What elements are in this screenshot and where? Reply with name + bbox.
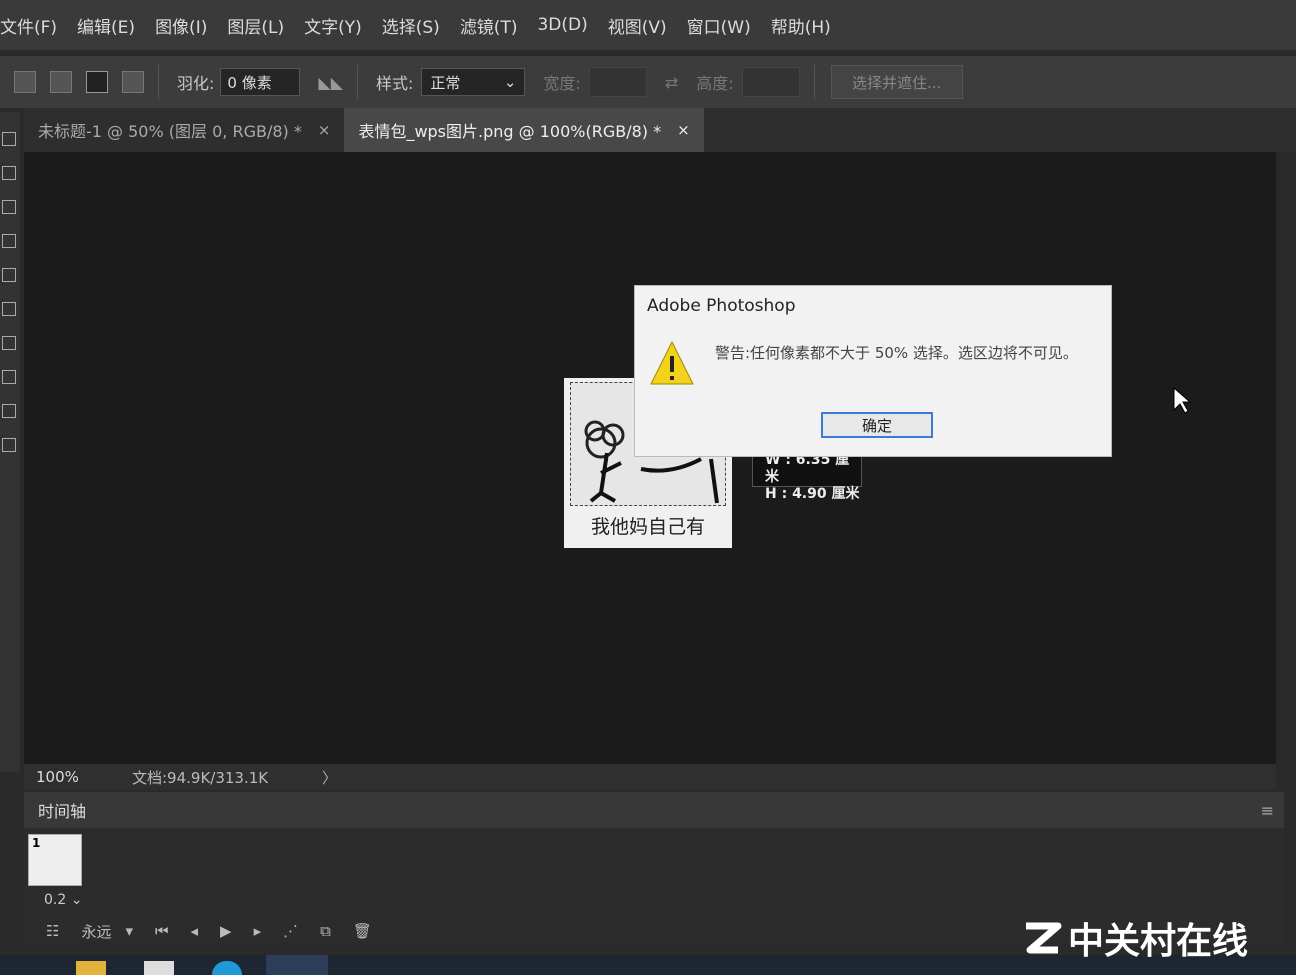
menu-select[interactable]: 选择(S) — [372, 13, 450, 38]
tab-label: 表情包_wps图片.png @ 100%(RGB/8) * — [358, 122, 662, 141]
intersect-selection-button[interactable] — [122, 71, 144, 93]
tween-icon[interactable]: ⋰ — [283, 922, 298, 940]
folder-icon[interactable] — [76, 961, 106, 975]
anti-alias-icon[interactable]: ◣◣ — [318, 73, 343, 92]
options-bar: 羽化: 0 像素 ◣◣ 样式: 正常 ⌄ 宽度: ⇄ 高度: 选择并遮住... — [0, 56, 1296, 108]
warning-icon — [650, 340, 694, 385]
frame-number: 1 — [32, 836, 41, 850]
menu-type[interactable]: 文字(Y) — [294, 13, 372, 38]
next-frame-icon[interactable]: ▸ — [254, 922, 262, 940]
width-input[interactable] — [588, 67, 647, 97]
chevron-down-icon[interactable]: ▾ — [125, 922, 133, 940]
menu-view[interactable]: 视图(V) — [598, 13, 677, 38]
dialog-title: Adobe Photoshop — [647, 296, 796, 316]
subtract-from-selection-button[interactable] — [86, 71, 108, 93]
menu-3d[interactable]: 3D(D) — [527, 15, 597, 35]
close-icon[interactable]: × — [677, 121, 690, 139]
first-frame-icon[interactable]: ⏮ — [155, 922, 169, 940]
dimension-width: W : 6.35 厘米 — [765, 452, 850, 485]
mouse-cursor-icon — [1173, 386, 1192, 414]
previous-frame-icon[interactable]: ◂ — [191, 922, 199, 940]
add-to-selection-button[interactable] — [50, 71, 72, 93]
style-label: 样式: — [376, 74, 414, 93]
pen-tool-icon[interactable] — [2, 370, 16, 384]
menu-layer[interactable]: 图层(L) — [217, 13, 294, 38]
timeline-title[interactable]: 时间轴 — [38, 798, 86, 822]
menu-help[interactable]: 帮助(H) — [761, 13, 841, 38]
zoom-level[interactable]: 100% — [36, 768, 132, 786]
tab-meme-png[interactable]: 表情包_wps图片.png @ 100%(RGB/8) * × — [344, 108, 704, 152]
menu-filter[interactable]: 滤镜(T) — [450, 13, 528, 38]
height-input[interactable] — [741, 67, 800, 97]
hand-tool-icon[interactable] — [2, 404, 16, 418]
tools-panel — [0, 112, 20, 772]
brush-tool-icon[interactable] — [2, 166, 16, 180]
healing-tool-icon[interactable] — [2, 268, 16, 282]
stamp-tool-icon[interactable] — [2, 302, 16, 316]
height-label: 高度: — [696, 74, 734, 93]
delete-frame-icon[interactable]: 🗑 — [353, 922, 372, 940]
document-size-info: 文档:94.9K/313.1K — [132, 768, 269, 787]
status-bar: 100% 文档:94.9K/313.1K 〉 — [24, 764, 1276, 790]
divider — [158, 65, 159, 99]
ok-button[interactable]: 确定 — [821, 412, 933, 438]
dialog-message: 警告:任何像素都不大于 50% 选择。选区边将不可见。 — [715, 344, 1078, 362]
style-select[interactable]: 正常 ⌄ — [421, 68, 526, 96]
menu-edit[interactable]: 编辑(E) — [67, 13, 145, 38]
zoom-tool-icon[interactable] — [2, 438, 16, 452]
timeline-controls: ☷ 永远 ▾ ⏮ ◂ ▶ ▸ ⋰ ⧉ 🗑 — [24, 920, 372, 942]
tab-untitled[interactable]: 未标题-1 @ 50% (图层 0, RGB/8) * × — [24, 108, 344, 152]
swap-icon[interactable]: ⇄ — [665, 73, 678, 92]
loop-select[interactable]: 永远 — [81, 921, 111, 942]
watermark-text: 中关村在线 — [1068, 921, 1249, 962]
warning-dialog: Adobe Photoshop 警告:任何像素都不大于 50% 选择。选区边将不… — [634, 285, 1112, 457]
menu-image[interactable]: 图像(I) — [145, 13, 217, 38]
eyedropper-tool-icon[interactable] — [2, 234, 16, 248]
divider — [357, 65, 359, 99]
feather-input[interactable]: 0 像素 — [220, 68, 301, 96]
duplicate-frame-icon[interactable]: ⧉ — [320, 922, 331, 940]
store-icon[interactable] — [144, 961, 174, 975]
style-value: 正常 — [430, 73, 461, 92]
convert-timeline-icon[interactable]: ☷ — [46, 922, 59, 940]
close-icon[interactable]: × — [318, 121, 331, 139]
marquee-tool-icon[interactable] — [2, 132, 16, 146]
status-menu-arrow[interactable]: 〉 — [322, 767, 337, 788]
play-icon[interactable]: ▶ — [220, 922, 232, 940]
chevron-down-icon: ⌄ — [70, 892, 83, 908]
meme-caption: 我他妈自己有 — [590, 516, 705, 538]
select-and-mask-button[interactable]: 选择并遮住... — [830, 65, 963, 99]
menu-file[interactable]: 文件(F) — [0, 13, 67, 38]
dimension-height: H : 4.90 厘米 — [765, 486, 860, 502]
width-label: 宽度: — [543, 74, 581, 93]
menu-bar: 文件(F) 编辑(E) 图像(I) 图层(L) 文字(Y) 选择(S) 滤镜(T… — [0, 0, 1296, 50]
timeline-header: 时间轴 ≡ — [24, 792, 1284, 828]
tab-label: 未标题-1 @ 50% (图层 0, RGB/8) * — [38, 122, 302, 141]
photoshop-icon[interactable] — [266, 955, 328, 975]
menu-window[interactable]: 窗口(W) — [677, 13, 761, 38]
watermark: 中关村在线 — [1022, 912, 1248, 964]
chevron-down-icon: ⌄ — [503, 73, 517, 91]
frame-delay-value: 0.2 — [44, 892, 67, 908]
panel-menu-icon[interactable]: ≡ — [1261, 801, 1274, 820]
divider — [813, 65, 815, 99]
frame-delay[interactable]: 0.2 ⌄ — [44, 892, 82, 908]
watermark-logo — [1026, 922, 1062, 954]
crop-tool-icon[interactable] — [2, 200, 16, 214]
dodge-tool-icon[interactable] — [2, 336, 16, 350]
browser-icon[interactable] — [212, 961, 242, 975]
animation-frame[interactable]: 1 — [28, 834, 82, 886]
new-selection-button[interactable] — [14, 71, 36, 93]
document-tab-bar: 未标题-1 @ 50% (图层 0, RGB/8) * × 表情包_wps图片.… — [24, 108, 1296, 152]
feather-label: 羽化: — [177, 74, 215, 93]
